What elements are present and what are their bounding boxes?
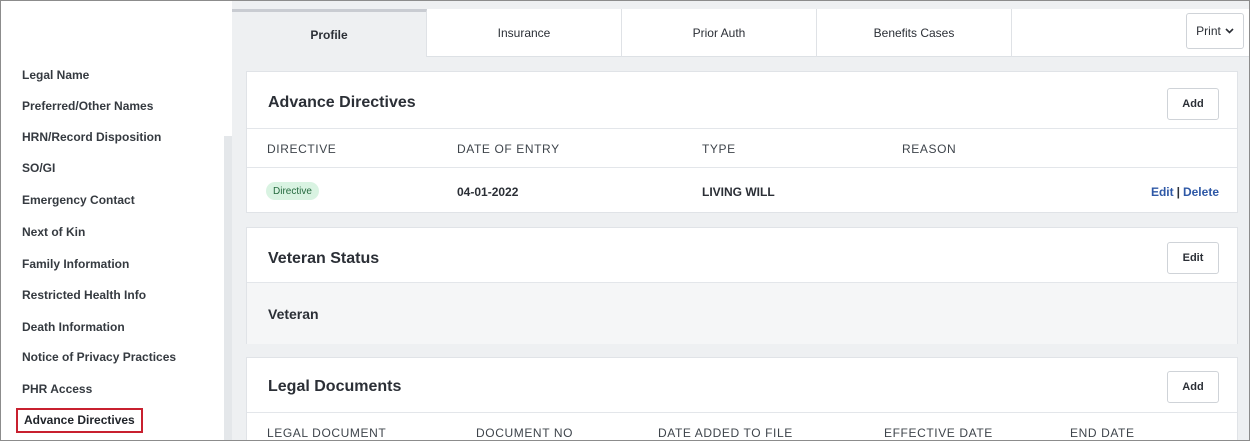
tab-prior-auth[interactable]: Prior Auth xyxy=(622,9,817,57)
veteran-status-title: Veteran Status xyxy=(268,250,380,267)
veteran-status-value: Veteran xyxy=(268,306,319,322)
column-header-type[interactable]: TYPE xyxy=(702,142,736,156)
add-advance-directive-button[interactable]: Add xyxy=(1167,88,1219,120)
print-button[interactable]: Print xyxy=(1186,13,1244,49)
divider xyxy=(247,128,1237,129)
sidebar-item-death-information[interactable]: Death Information xyxy=(22,320,125,334)
sidebar-item-next-of-kin[interactable]: Next of Kin xyxy=(22,225,85,239)
column-header-reason[interactable]: REASON xyxy=(902,142,956,156)
add-legal-document-button[interactable]: Add xyxy=(1167,371,1219,403)
sidebar-item-phr-access[interactable]: PHR Access xyxy=(22,382,92,396)
column-header-effective-date[interactable]: EFFECTIVE DATE xyxy=(884,426,993,440)
chevron-down-icon xyxy=(1225,26,1234,36)
sidebar-item-legal-name[interactable]: Legal Name xyxy=(22,68,89,82)
sidebar-item-notice-of-privacy-practices[interactable]: Notice of Privacy Practices xyxy=(22,350,176,364)
tab-profile[interactable]: Profile xyxy=(232,9,427,57)
tab-benefits-cases[interactable]: Benefits Cases xyxy=(817,9,1012,57)
print-button-label: Print xyxy=(1196,24,1221,38)
edit-veteran-status-button[interactable]: Edit xyxy=(1167,242,1219,274)
tab-insurance[interactable]: Insurance xyxy=(427,9,622,57)
type-cell: LIVING WILL xyxy=(702,185,775,199)
column-header-directive[interactable]: DIRECTIVE xyxy=(267,142,336,156)
app-window: Legal Name Preferred/Other Names HRN/Rec… xyxy=(0,0,1250,441)
delete-directive-link[interactable]: Delete xyxy=(1183,185,1219,199)
column-header-legal-document[interactable]: LEGAL DOCUMENT xyxy=(267,426,386,440)
sidebar-nav: Legal Name Preferred/Other Names HRN/Rec… xyxy=(1,1,232,440)
sidebar-item-hrn-record-disposition[interactable]: HRN/Record Disposition xyxy=(22,130,161,144)
row-actions: Edit | Delete xyxy=(1151,185,1219,199)
advance-directives-card: Advance Directives Add DIRECTIVE DATE OF… xyxy=(246,71,1238,213)
sidebar-item-restricted-health-info[interactable]: Restricted Health Info xyxy=(22,288,146,302)
legal-documents-card: Legal Documents Add LEGAL DOCUMENT DOCUM… xyxy=(246,357,1238,440)
advance-directives-title: Advance Directives xyxy=(268,94,416,111)
column-header-document-no[interactable]: DOCUMENT NO xyxy=(476,426,573,440)
column-header-end-date[interactable]: END DATE xyxy=(1070,426,1135,440)
sidebar-item-emergency-contact[interactable]: Emergency Contact xyxy=(22,193,135,207)
date-of-entry-cell: 04-01-2022 xyxy=(457,185,519,199)
main-content: Profile Insurance Prior Auth Benefits Ca… xyxy=(232,1,1249,440)
action-separator: | xyxy=(1176,185,1180,199)
column-header-date-added-to-file[interactable]: DATE ADDED TO FILE xyxy=(658,426,793,440)
legal-documents-title: Legal Documents xyxy=(268,378,402,395)
sidebar-item-preferred-other-names[interactable]: Preferred/Other Names xyxy=(22,99,153,113)
column-header-date-of-entry[interactable]: DATE OF ENTRY xyxy=(457,142,560,156)
veteran-status-body: Veteran xyxy=(247,283,1237,344)
edit-directive-link[interactable]: Edit xyxy=(1151,185,1174,199)
sidebar-item-advance-directives[interactable]: Advance Directives xyxy=(16,408,143,433)
veteran-status-card: Veteran Status Edit Veteran xyxy=(246,227,1238,344)
tab-bar: Profile Insurance Prior Auth Benefits Ca… xyxy=(232,9,1249,57)
directive-badge: Directive xyxy=(266,182,319,200)
divider xyxy=(247,167,1237,168)
sidebar-item-family-information[interactable]: Family Information xyxy=(22,257,129,271)
divider xyxy=(247,412,1237,413)
sidebar-item-so-gi[interactable]: SO/GI xyxy=(22,161,55,175)
sidebar-scrollbar[interactable] xyxy=(224,136,232,440)
